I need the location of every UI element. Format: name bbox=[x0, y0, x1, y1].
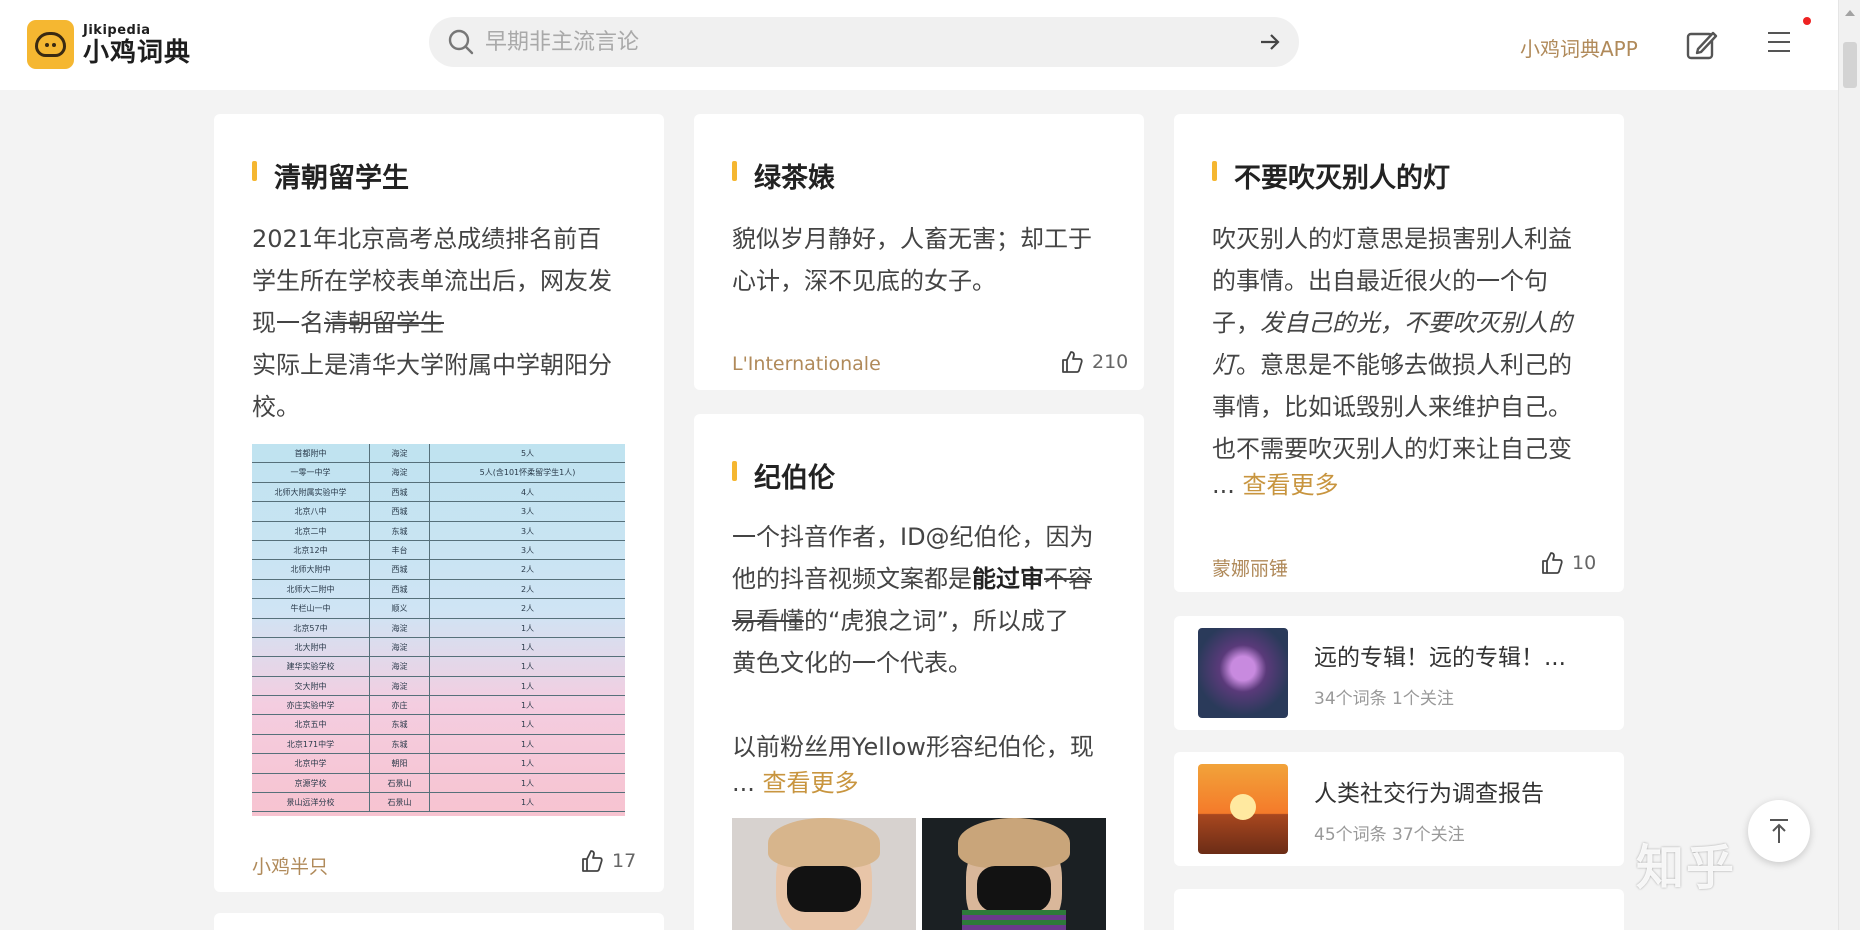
collection-cover-image bbox=[1198, 764, 1288, 854]
table-row: 一零一中学 海淀 5人(含101怀柔留学生1人) bbox=[252, 463, 625, 483]
collection-item-partial[interactable] bbox=[1174, 889, 1624, 930]
logo-english-name: Jikipedia bbox=[83, 22, 151, 38]
like-button[interactable]: 10 bbox=[1540, 551, 1596, 575]
collection-cover-image bbox=[1198, 628, 1288, 718]
back-to-top-icon bbox=[1770, 819, 1788, 843]
author-name[interactable]: L'Internationale bbox=[732, 353, 881, 375]
table-row: 北京12中 丰台 3人 bbox=[252, 540, 625, 561]
scroll-up-arrow-icon[interactable] bbox=[1845, 10, 1855, 16]
like-count: 10 bbox=[1572, 552, 1597, 574]
table-row: 交大附中 海淀 1人 bbox=[252, 676, 625, 697]
top-header: Jikipedia 小鸡词典 小鸡词典APP bbox=[0, 0, 1860, 90]
entry-definition: 貌似岁月静好，人畜无害；却工于 心计，深不见底的女子。 bbox=[732, 225, 1092, 295]
chick-logo-icon bbox=[27, 20, 74, 69]
table-row: 北师大附属实验中学 西城 4人 bbox=[252, 482, 625, 503]
collection-item[interactable]: 远的专辑！远的专辑！... 34个词条 1个关注 bbox=[1174, 616, 1624, 730]
see-more-link[interactable]: 查看更多 bbox=[1243, 471, 1339, 499]
thumb-up-icon bbox=[1062, 351, 1083, 373]
page-scrollbar[interactable] bbox=[1838, 0, 1860, 930]
entry-definition: 2021年北京高考总成绩排名前百 学生所在学校表单流出后，网友发 现一名清朝留学… bbox=[252, 225, 612, 421]
see-more-link[interactable]: 查看更多 bbox=[763, 769, 859, 797]
author-name[interactable]: 蒙娜丽锤 bbox=[1212, 554, 1288, 581]
entry-card-jiborun[interactable]: 纪伯伦 一个抖音作者，ID@纪伯伦，因为 他的抖音视频文案都是能过审不容 易看懂… bbox=[694, 414, 1144, 930]
table-row: 北京中学 朝阳 1人 bbox=[252, 754, 625, 774]
table-row: 北京171中学 东城 1人 bbox=[252, 734, 625, 755]
thumb-up-icon bbox=[582, 850, 603, 872]
like-button[interactable]: 17 bbox=[580, 849, 636, 873]
entry-title[interactable]: 纪伯伦 bbox=[732, 456, 835, 495]
search-icon bbox=[448, 29, 474, 55]
menu-icon[interactable] bbox=[1768, 32, 1790, 54]
table-row: 北京二中 东城 3人 bbox=[252, 521, 625, 541]
entry-card-partial[interactable] bbox=[214, 913, 664, 930]
collection-title[interactable]: 人类社交行为调查报告 bbox=[1314, 774, 1544, 808]
search-input[interactable] bbox=[485, 29, 1259, 55]
table-row: 北师大附中 西城 2人 bbox=[252, 560, 625, 580]
search-bar[interactable] bbox=[429, 17, 1299, 67]
entry-title[interactable]: 清朝留学生 bbox=[252, 156, 409, 195]
notification-dot bbox=[1803, 17, 1811, 25]
arrow-right-icon[interactable] bbox=[1259, 31, 1281, 53]
video-thumbnail[interactable] bbox=[922, 818, 1106, 930]
logo-chinese-name: 小鸡词典 bbox=[83, 37, 192, 68]
edit-icon[interactable] bbox=[1685, 28, 1719, 62]
entry-definition: 吹灭别人的灯意思是损害别人利益 的事情。出自最近很火的一个句 子，发自己的光，不… bbox=[1212, 225, 1572, 499]
entry-title[interactable]: 绿茶婊 bbox=[732, 156, 835, 195]
table-row: 北师大二附中 西城 2人 bbox=[252, 579, 625, 600]
collection-meta: 45个词条 37个关注 bbox=[1314, 825, 1465, 845]
like-button[interactable]: 210 bbox=[1060, 350, 1128, 374]
back-to-top-button[interactable] bbox=[1748, 800, 1810, 862]
site-logo[interactable]: Jikipedia 小鸡词典 bbox=[27, 20, 191, 69]
table-row: 首都附中 海淀 5人 bbox=[252, 444, 625, 464]
table-row: 京源学校 石景山 1人 bbox=[252, 773, 625, 794]
table-row: 北大附中 海淀 1人 bbox=[252, 637, 625, 658]
entry-title[interactable]: 不要吹灭别人的灯 bbox=[1212, 156, 1450, 195]
collection-item[interactable]: 人类社交行为调查报告 45个词条 37个关注 bbox=[1174, 752, 1624, 866]
like-count: 210 bbox=[1092, 351, 1129, 373]
collection-title[interactable]: 远的专辑！远的专辑！... bbox=[1314, 638, 1566, 672]
zhihu-watermark: 知乎 bbox=[1636, 840, 1737, 896]
video-thumbnail[interactable] bbox=[732, 818, 916, 930]
table-row: 北京五中 东城 1人 bbox=[252, 715, 625, 735]
table-row: 北京57中 海淀 1人 bbox=[252, 618, 625, 638]
entry-card-qingchao[interactable]: 清朝留学生 2021年北京高考总成绩排名前百 学生所在学校表单流出后，网友发 现… bbox=[214, 114, 664, 892]
scroll-thumb[interactable] bbox=[1843, 42, 1857, 88]
author-name[interactable]: 小鸡半只 bbox=[252, 852, 328, 879]
entry-card-lvcha[interactable]: 绿茶婊 貌似岁月静好，人畜无害；却工于 心计，深不见底的女子。 L'Intern… bbox=[694, 114, 1144, 390]
table-row: 北京八中 西城 3人 bbox=[252, 502, 625, 522]
table-row: 景山远洋分校 石景山 1人 bbox=[252, 793, 625, 813]
entry-card-buyaochuimie[interactable]: 不要吹灭别人的灯 吹灭别人的灯意思是损害别人利益 的事情。出自最近很火的一个句 … bbox=[1174, 114, 1624, 592]
app-download-link[interactable]: 小鸡词典APP bbox=[1520, 33, 1638, 62]
table-row: 亦庄实验中学 亦庄 1人 bbox=[252, 696, 625, 716]
like-count: 17 bbox=[612, 850, 637, 872]
thumb-up-icon bbox=[1542, 552, 1563, 574]
collection-meta: 34个词条 1个关注 bbox=[1314, 689, 1454, 709]
table-row: 建华实验学校 海淀 1人 bbox=[252, 657, 625, 677]
school-ranking-image[interactable]: 首都附中 海淀 5人 一零一中学 海淀 5人(含101怀柔留学生1人) 北师大附属实验中学西… bbox=[252, 444, 625, 816]
entry-definition: 一个抖音作者，ID@纪伯伦，因为 他的抖音视频文案都是能过审不容 易看懂的“虎狼… bbox=[732, 523, 1094, 797]
table-row: 牛栏山一中 顺义 2人 bbox=[252, 599, 625, 619]
